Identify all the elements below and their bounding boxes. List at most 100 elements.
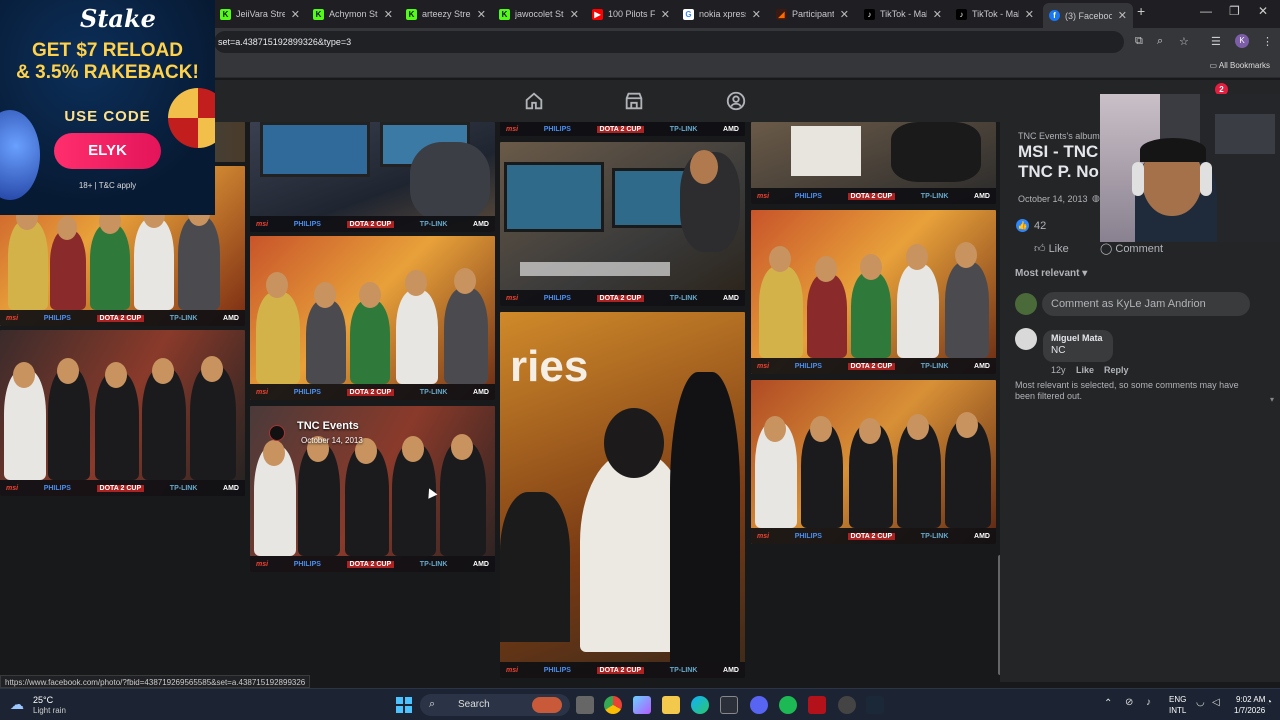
album-photo[interactable]: msi PHILIPS DOTA 2 CUP TP-LINK AMD — [751, 122, 996, 204]
stake-ad-overlay[interactable]: Stake GET $7 RELOAD & 3.5% RAKEBACK! USE… — [0, 0, 215, 215]
tab-close-icon[interactable]: ✕ — [477, 8, 486, 21]
link-status-bar: https://www.facebook.com/photo/?fbid=438… — [0, 675, 311, 688]
all-bookmarks-button[interactable]: ▭ All Bookmarks — [1210, 61, 1270, 70]
tab-8[interactable]: ♪ TikTok - Mak ✕ — [950, 3, 1040, 25]
language-layout[interactable]: INTL — [1169, 706, 1186, 715]
album-photo[interactable]: msi PHILIPS DOTA 2 CUP TP-LINK AMD — [250, 122, 495, 232]
album-link[interactable]: TNC Events's albums — [1018, 131, 1104, 141]
address-bar[interactable]: set=a.438715192899326&type=3 — [214, 31, 1124, 53]
store-icon[interactable] — [720, 696, 738, 714]
comment-reply-button[interactable]: Reply — [1104, 365, 1129, 375]
comment-button[interactable]: ◯ Comment — [1100, 242, 1163, 255]
tab-close-icon[interactable]: ✕ — [840, 8, 849, 21]
album-photo[interactable]: ries msi PHILIPS DOTA 2 CUP TP-LINK AMD — [500, 312, 745, 678]
taskbar-search[interactable]: ⌕ Search — [420, 694, 570, 716]
album-photo[interactable]: msi PHILIPS DOTA 2 CUP TP-LINK AMD — [0, 330, 245, 496]
kebab-menu-icon[interactable]: ⋮ — [1262, 35, 1273, 48]
dota-icon[interactable] — [808, 696, 826, 714]
tray-mic-icon[interactable]: ♪ — [1146, 697, 1151, 708]
clock-date[interactable]: 1/7/2026 — [1234, 706, 1265, 715]
msi-logo: msi — [256, 220, 269, 228]
msi-logo: msi — [6, 314, 19, 322]
philips-logo: PHILIPS — [543, 666, 571, 674]
sponsor-banner: msi PHILIPS DOTA 2 CUP TP-LINK AMD — [500, 122, 745, 136]
new-tab-button[interactable]: + — [1137, 3, 1145, 19]
philips-logo: PHILIPS — [794, 192, 822, 200]
tab-close-icon[interactable]: ✕ — [291, 8, 300, 21]
album-photo[interactable]: msi PHILIPS DOTA 2 CUP TP-LINK AMD — [500, 142, 745, 306]
tab-0[interactable]: K JeiiVara Strea ✕ — [214, 3, 306, 25]
steam-icon[interactable] — [866, 696, 884, 714]
tab-close-icon[interactable]: ✕ — [752, 8, 761, 21]
windows-taskbar: ☁ 25°C Light rain ⌕ Search ⌃ ⊘ ♪ ENG INT… — [0, 688, 1280, 720]
ad-code-button[interactable]: ELYK — [54, 133, 161, 169]
tab-2[interactable]: K arteezy Strea ✕ — [400, 3, 492, 25]
tray-chevron-up-icon[interactable]: ⌃ — [1104, 698, 1112, 709]
comment-sort-dropdown[interactable]: Most relevant ▾ — [1015, 268, 1087, 279]
tab-5[interactable]: G nokia xpress ✕ — [677, 3, 767, 25]
tab-close-icon[interactable]: ✕ — [570, 8, 579, 21]
like-button[interactable]: 👍︎ Like — [1034, 242, 1069, 255]
photo-page-name[interactable]: TNC Events — [297, 420, 359, 432]
album-photo[interactable]: msi PHILIPS DOTA 2 CUP TP-LINK AMD — [250, 236, 495, 400]
zoom-icon[interactable]: ⌕ — [1157, 35, 1163, 48]
commenter-name[interactable]: Miguel Mata — [1051, 333, 1103, 343]
album-photo[interactable]: msi PHILIPS DOTA 2 CUP TP-LINK AMD — [751, 380, 996, 544]
current-user-avatar[interactable] — [1015, 293, 1037, 315]
notifications-bell-icon[interactable]: ◔ — [1266, 697, 1272, 708]
tab-4[interactable]: ▶ 100 Pilots Fi ✕ — [586, 3, 676, 25]
post-date[interactable]: October 14, 2013 — [1018, 194, 1088, 204]
tab-close-icon[interactable]: ✕ — [1118, 9, 1127, 22]
task-view-icon[interactable] — [576, 696, 594, 714]
tab-6[interactable]: ◢ Participants ✕ — [770, 3, 855, 25]
tab-1[interactable]: K Achymon Str ✕ — [307, 3, 399, 25]
obs-icon[interactable] — [838, 696, 856, 714]
commenter-avatar[interactable] — [1015, 328, 1037, 350]
kick-icon: K — [406, 8, 417, 20]
tray-network-icon[interactable]: ⊘ — [1125, 697, 1133, 708]
file-explorer-icon[interactable] — [662, 696, 680, 714]
discord-icon[interactable] — [750, 696, 768, 714]
album-photo-hovered[interactable]: msi PHILIPS DOTA 2 CUP TP-LINK AMD — [250, 406, 495, 572]
tab-3[interactable]: K jawocolet St ✕ — [493, 3, 585, 25]
comment-input[interactable]: Comment as KyLe Jam Andrion — [1042, 292, 1250, 316]
comment-age[interactable]: 12y — [1051, 365, 1066, 375]
tab-close-icon[interactable]: ✕ — [384, 8, 393, 21]
windows-start-icon[interactable] — [396, 697, 412, 713]
clock-time[interactable]: 9:02 AM — [1236, 695, 1265, 704]
cup-logo: DOTA 2 CUP — [596, 125, 645, 133]
comment-button-label: Comment — [1115, 243, 1164, 255]
install-app-icon[interactable]: ⧉ — [1135, 35, 1143, 48]
tab-close-icon[interactable]: ✕ — [933, 8, 942, 21]
album-title-line-2: TNC P. No — [1018, 162, 1099, 181]
reading-list-icon[interactable]: ☰ — [1211, 35, 1221, 48]
panel-scroll-down-icon[interactable]: ▾ — [1270, 395, 1274, 404]
groups-icon[interactable] — [725, 90, 747, 112]
tab-7[interactable]: ♪ TikTok - Mak ✕ — [858, 3, 948, 25]
language-code[interactable]: ENG — [1169, 695, 1186, 704]
marketplace-icon[interactable] — [623, 90, 645, 112]
home-icon[interactable] — [523, 90, 545, 112]
tab-close-icon[interactable]: ✕ — [1025, 8, 1034, 21]
spotify-icon[interactable] — [779, 696, 797, 714]
minimize-icon[interactable]: — — [1200, 4, 1212, 18]
profile-avatar[interactable]: K — [1235, 34, 1249, 48]
copilot-icon[interactable] — [633, 696, 651, 714]
edge-icon[interactable] — [691, 696, 709, 714]
tab-close-icon[interactable]: ✕ — [661, 8, 670, 21]
comment-like-button[interactable]: Like — [1076, 365, 1094, 375]
album-photo[interactable]: msi PHILIPS DOTA 2 CUP TP-LINK AMD — [500, 122, 745, 136]
close-window-icon[interactable]: ✕ — [1258, 4, 1268, 18]
tab-title: (3) Facebook — [1065, 10, 1112, 21]
tab-9-active[interactable]: f (3) Facebook ✕ — [1043, 3, 1133, 28]
bookmark-star-icon[interactable]: ☆ — [1179, 35, 1189, 48]
chrome-icon[interactable] — [604, 696, 622, 714]
all-bookmarks-label: All Bookmarks — [1218, 61, 1270, 70]
volume-icon[interactable]: ◁ — [1212, 697, 1220, 708]
wifi-icon[interactable]: ◡ — [1196, 697, 1205, 708]
album-photo[interactable]: msi PHILIPS DOTA 2 CUP TP-LINK AMD — [751, 210, 996, 374]
restore-icon[interactable]: ❐ — [1229, 4, 1240, 18]
tplink-logo: TP-LINK — [169, 484, 198, 492]
weather-widget[interactable]: ☁ — [10, 696, 30, 714]
reaction-count[interactable]: 42 — [1034, 220, 1046, 232]
